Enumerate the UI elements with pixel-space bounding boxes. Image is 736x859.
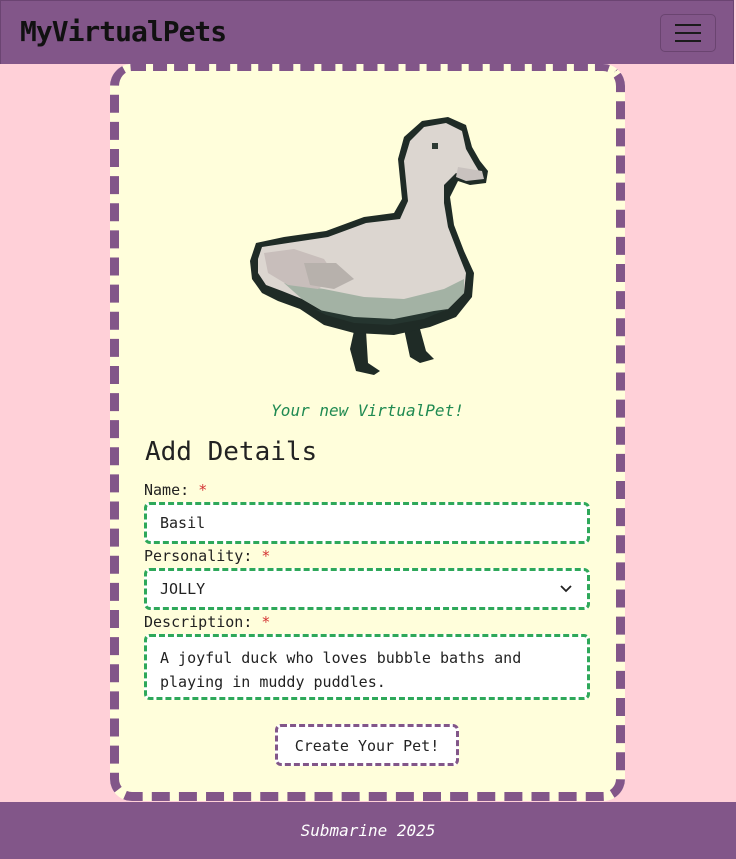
description-label: Description: * — [144, 613, 271, 631]
navbar: MyVirtualPets — [0, 0, 734, 64]
brand-logo[interactable]: MyVirtualPets — [20, 15, 227, 48]
required-marker: * — [198, 481, 208, 499]
hamburger-menu-button[interactable] — [660, 14, 716, 52]
personality-select[interactable]: JOLLY — [144, 568, 590, 610]
description-textarea[interactable]: A joyful duck who loves bubble baths and… — [144, 634, 590, 700]
personality-label: Personality: * — [144, 547, 271, 565]
name-label: Name: * — [144, 481, 208, 499]
name-input[interactable]: Basil — [144, 502, 590, 544]
form-heading: Add Details — [145, 437, 318, 467]
chevron-down-icon — [560, 585, 572, 593]
hamburger-menu-icon — [675, 24, 701, 26]
create-pet-button[interactable]: Create Your Pet! — [275, 724, 459, 766]
footer: Submarine 2025 — [0, 802, 736, 859]
pet-caption: Your new VirtualPet! — [271, 401, 464, 420]
required-marker: * — [261, 547, 271, 565]
required-marker: * — [261, 613, 271, 631]
pixel-duck-image — [250, 117, 488, 375]
personality-selected-value: JOLLY — [160, 580, 206, 598]
